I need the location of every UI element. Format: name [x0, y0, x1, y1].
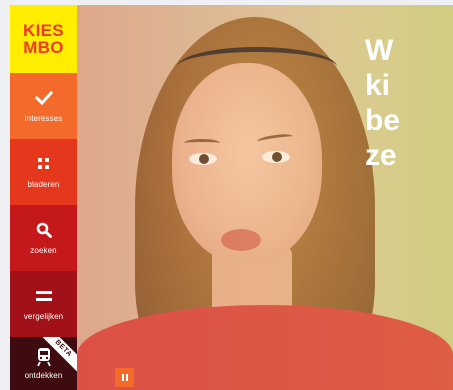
nav-item-bladeren[interactable]: bladeren: [10, 139, 77, 205]
equals-icon: [34, 286, 54, 306]
sidebar-nav: KIES MBO interesses bladeren zoeken verg: [10, 5, 77, 390]
check-icon: [34, 88, 54, 108]
train-icon: [34, 347, 54, 367]
nav-label-bladeren: bladeren: [27, 180, 60, 189]
search-icon: [34, 220, 54, 240]
nav-item-interesses[interactable]: interesses: [10, 73, 77, 139]
logo-text: KIES MBO: [23, 21, 64, 57]
pause-icon: [121, 374, 124, 381]
nav-label-vergelijken: vergelijken: [23, 312, 64, 321]
pause-button[interactable]: [115, 368, 134, 387]
hero-headline: W ki be ze: [365, 34, 401, 172]
nav-label-interesses: interesses: [24, 114, 63, 123]
logo[interactable]: KIES MBO: [10, 5, 77, 73]
grid-icon: [34, 154, 54, 174]
app-frame: W ki be ze KIES MBO interesses bladeren …: [10, 5, 453, 390]
nav-item-zoeken[interactable]: zoeken: [10, 205, 77, 271]
pause-icon-bar: [125, 374, 128, 381]
nav-label-ontdekken: ontdekken: [24, 370, 63, 380]
nav-item-ontdekken[interactable]: BETA ontdekken: [10, 337, 77, 390]
nav-label-zoeken: zoeken: [30, 246, 57, 255]
nav-item-vergelijken[interactable]: vergelijken: [10, 271, 77, 337]
